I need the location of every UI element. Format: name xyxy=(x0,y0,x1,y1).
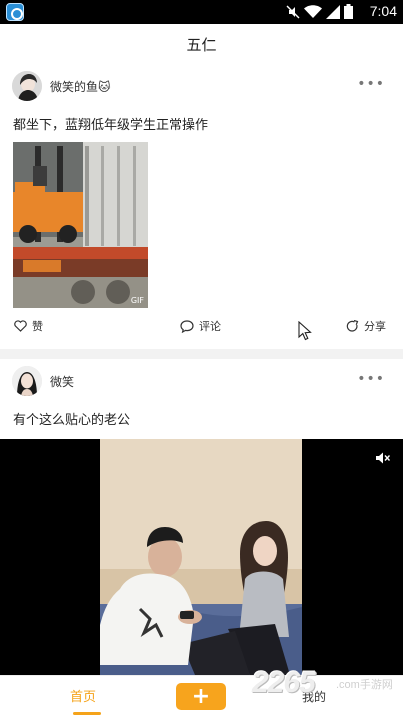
comment-label: 评论 xyxy=(199,320,221,333)
comment-button[interactable]: 评论 xyxy=(180,318,221,334)
gif-thumbnail[interactable]: GIF xyxy=(13,142,148,308)
battery-icon xyxy=(344,4,353,19)
post-text: 有个这么贴心的老公 xyxy=(13,413,131,428)
status-time: 7:04 xyxy=(369,3,397,19)
watermark-sub: .com手游网 xyxy=(336,679,393,691)
mute-icon[interactable] xyxy=(375,451,391,465)
watermark-main: 2265 xyxy=(252,666,316,699)
status-bar: 7:04 xyxy=(0,0,403,24)
avatar-image xyxy=(12,366,42,396)
feed-post: 微笑的鱼🐱 ••• 都坐下，蓝翔低年级学生正常操作 GIF 赞 评论 分享 xyxy=(0,64,403,349)
watermark-logo: 2265 .com手游网 xyxy=(252,666,393,700)
wifi-icon xyxy=(304,4,322,18)
share-label: 分享 xyxy=(364,320,386,333)
post-author[interactable]: 微笑的鱼🐱 xyxy=(12,71,111,101)
page-title: 五仁 xyxy=(0,24,403,64)
video-player[interactable] xyxy=(0,439,403,675)
tab-home-indicator xyxy=(73,712,101,715)
share-icon xyxy=(346,319,359,332)
share-button[interactable]: 分享 xyxy=(346,318,386,334)
comment-icon xyxy=(180,319,194,333)
avatar[interactable] xyxy=(12,366,42,396)
video-frame xyxy=(100,439,302,675)
avatar[interactable] xyxy=(12,71,42,101)
more-icon[interactable]: ••• xyxy=(357,371,385,387)
avatar-image xyxy=(12,71,42,101)
video-image xyxy=(100,439,302,675)
app-notification-icon xyxy=(6,3,24,21)
feed-post: 微笑 ••• 有个这么贴心的老公 xyxy=(0,359,403,675)
post-actions: 赞 评论 分享 xyxy=(0,318,403,340)
more-icon[interactable]: ••• xyxy=(357,76,385,92)
heart-icon xyxy=(14,320,27,332)
gif-badge: GIF xyxy=(130,296,144,305)
tab-home[interactable]: 首页 xyxy=(70,686,96,705)
gif-image xyxy=(13,142,148,308)
post-author[interactable]: 微笑 xyxy=(12,366,74,396)
add-post-button[interactable]: + xyxy=(176,683,226,710)
feed-divider xyxy=(0,349,403,359)
signal-icon xyxy=(326,4,340,19)
like-button[interactable]: 赞 xyxy=(14,318,43,334)
author-name[interactable]: 微笑的鱼🐱 xyxy=(50,78,111,95)
author-name[interactable]: 微笑 xyxy=(50,373,74,390)
mute-icon xyxy=(286,5,300,18)
status-icons xyxy=(286,4,353,19)
mouse-cursor-icon xyxy=(298,321,312,341)
like-label: 赞 xyxy=(32,320,43,333)
post-text: 都坐下，蓝翔低年级学生正常操作 xyxy=(13,118,209,133)
